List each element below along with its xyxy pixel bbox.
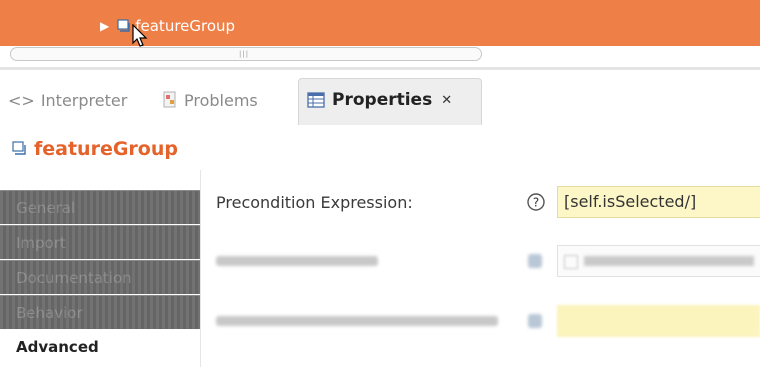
- mouse-pointer-icon: [132, 24, 148, 47]
- tab-interpreter-label: Interpreter: [40, 90, 128, 110]
- blurred-label: [216, 316, 498, 326]
- blurred-checkbox: [564, 255, 578, 269]
- section-tab-behavior[interactable]: Behavior: [0, 295, 200, 329]
- section-tab-general[interactable]: General: [0, 190, 200, 224]
- feature-group-icon: [12, 141, 26, 155]
- feature-group-icon: [117, 18, 130, 32]
- tab-properties-label: Properties: [332, 90, 433, 110]
- svg-text:?: ?: [533, 196, 539, 210]
- precondition-label: Precondition Expression:: [216, 192, 413, 212]
- blurred-expression-field[interactable]: [557, 305, 760, 337]
- code-brackets-icon: <>: [8, 90, 35, 110]
- expand-arrow-icon[interactable]: ▶: [100, 19, 109, 33]
- problems-icon: [163, 91, 176, 108]
- section-tab-advanced[interactable]: Advanced: [0, 330, 200, 364]
- help-icon[interactable]: ?: [526, 192, 546, 212]
- tab-interpreter[interactable]: <> Interpreter: [8, 89, 127, 111]
- tree-view: ▶ featureGroup: [0, 0, 760, 47]
- section-tab-documentation[interactable]: Documentation: [0, 260, 200, 294]
- properties-header: featureGroup: [12, 138, 178, 160]
- close-tab-icon[interactable]: ✕: [441, 93, 452, 108]
- tab-properties[interactable]: Properties ✕: [298, 78, 482, 125]
- property-section-tabs: General Import Documentation Behavior Ad…: [0, 190, 200, 365]
- section-tab-import[interactable]: Import: [0, 225, 200, 259]
- section-divider: [200, 170, 201, 367]
- precondition-row: Precondition Expression:: [216, 187, 516, 217]
- tree-node-feature-group[interactable]: ▶ featureGroup: [100, 16, 235, 36]
- blurred-help-icon: [528, 314, 542, 328]
- tree-node-label: featureGroup: [135, 17, 236, 35]
- blurred-checkbox-field[interactable]: [557, 245, 760, 277]
- scrollbar-grip-icon: |||: [239, 50, 250, 58]
- properties-table-icon: [307, 92, 325, 108]
- horizontal-scrollbar[interactable]: |||: [10, 47, 482, 61]
- blurred-text: [584, 256, 754, 266]
- properties-title: featureGroup: [34, 138, 178, 160]
- panel-divider: [0, 67, 760, 70]
- view-tab-bar: <> Interpreter Problems Properties ✕: [0, 75, 760, 125]
- tab-problems-label: Problems: [184, 90, 258, 110]
- precondition-expression-field[interactable]: [self.isSelected/]: [557, 186, 760, 218]
- blurred-label: [216, 256, 378, 266]
- blurred-help-icon: [528, 254, 542, 268]
- tab-problems[interactable]: Problems: [162, 89, 258, 111]
